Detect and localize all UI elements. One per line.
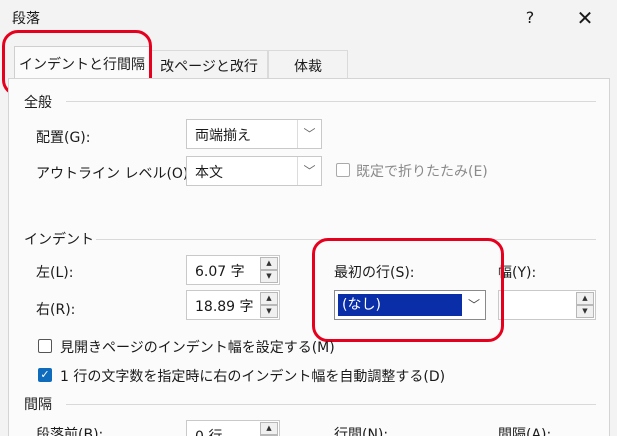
checkmark-icon: ✓ (40, 368, 50, 381)
line-spacing-label: 行間(N): (334, 427, 389, 436)
spin-down-icon[interactable]: ▼ (260, 270, 278, 283)
spacing-at-label: 間隔(A): (498, 427, 552, 436)
indent-left-stepper[interactable]: 6.07 字 ▲ ▼ (186, 255, 280, 285)
close-icon: ✕ (576, 6, 594, 30)
section-indent-label: インデント (24, 232, 94, 248)
alignment-label: 配置(G): (36, 130, 91, 146)
auto-adjust-checkbox[interactable]: ✓ (38, 368, 52, 382)
outline-level-label: アウトライン レベル(O): (36, 166, 194, 182)
close-button[interactable]: ✕ (568, 2, 602, 34)
spin-up-icon[interactable]: ▲ (576, 292, 594, 305)
alignment-value: 両端揃え (195, 128, 251, 144)
indent-left-label: 左(L): (36, 265, 74, 281)
mirror-indents-label: 見開きページのインデント幅を設定する(M) (60, 340, 335, 356)
spin-up-icon[interactable]: ▲ (260, 422, 278, 435)
chevron-down-icon: ﹀ (297, 157, 321, 185)
width-stepper[interactable]: ▲ ▼ (498, 290, 596, 320)
indent-right-value: 18.89 字 (195, 299, 254, 315)
space-before-label: 段落前(B): (36, 427, 104, 436)
alignment-select[interactable]: 両端揃え ﹀ (186, 119, 322, 149)
spin-down-icon[interactable]: ▼ (260, 305, 278, 318)
indent-left-value: 6.07 字 (195, 264, 245, 280)
outline-level-value: 本文 (195, 165, 223, 181)
section-divider (66, 101, 596, 102)
section-divider (66, 404, 596, 405)
indent-right-stepper[interactable]: 18.89 字 ▲ ▼ (186, 290, 280, 320)
indent-right-label: 右(R): (36, 302, 76, 318)
spin-down-icon[interactable]: ▼ (576, 305, 594, 318)
chevron-down-icon: ﹀ (297, 120, 321, 148)
auto-adjust-label: 1 行の文字数を指定時に右のインデント幅を自動調整する(D) (60, 369, 446, 385)
annotation-box-first-line (312, 238, 504, 342)
mirror-indents-checkbox[interactable] (38, 339, 52, 353)
section-spacing-label: 間隔 (24, 397, 52, 413)
collapsed-checkbox[interactable] (336, 163, 350, 177)
space-before-stepper[interactable]: 0 行 ▲▼ (186, 420, 280, 436)
outline-level-select[interactable]: 本文 ﹀ (186, 156, 322, 186)
spin-up-icon[interactable]: ▲ (260, 257, 278, 270)
help-button[interactable]: ? (516, 4, 544, 32)
collapsed-label: 既定で折りたたみ(E) (356, 164, 488, 180)
section-general-label: 全般 (24, 95, 52, 111)
dialog-title: 段落 (12, 11, 40, 27)
space-before-value: 0 行 (195, 426, 222, 436)
spin-up-icon[interactable]: ▲ (260, 292, 278, 305)
